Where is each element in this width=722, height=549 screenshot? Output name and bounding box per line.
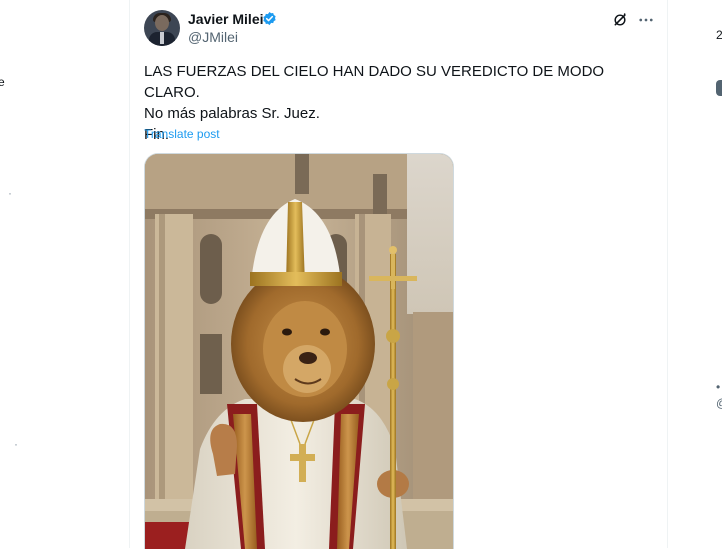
right-sidebar-fragment: 2 @ • — [668, 0, 722, 548]
author-handle[interactable]: @JMilei — [188, 29, 238, 45]
avatar[interactable] — [144, 10, 180, 46]
left-fragment-dot-2: · — [14, 437, 18, 451]
left-fragment-dot: · — [8, 186, 12, 200]
more-icon[interactable] — [637, 12, 655, 28]
left-sidebar-fragment: e · · — [0, 0, 129, 548]
verified-badge-icon — [263, 11, 276, 26]
tweet-text-line-3: Fin. — [144, 126, 170, 143]
grok-icon[interactable] — [612, 12, 628, 28]
tweet-text: LAS FUERZAS DEL CIELO HAN DADO SU VEREDI… — [144, 61, 659, 145]
right-fragment-3: • — [716, 380, 721, 394]
translate-post-link[interactable]: Translate post — [144, 127, 220, 141]
left-fragment-letter: e — [0, 75, 5, 89]
tweet-text-line-2: No más palabras Sr. Juez. — [144, 105, 320, 122]
lion-pope-image — [145, 154, 453, 549]
right-avatar-fragment — [716, 80, 722, 96]
tweet-media-image[interactable] — [144, 153, 454, 549]
author-name[interactable]: Javier Milei — [188, 11, 264, 27]
tweet-text-line-1: LAS FUERZAS DEL CIELO HAN DADO SU VEREDI… — [144, 63, 605, 101]
tweet[interactable]: Javier Milei @JMilei LAS FUERZAS DEL CIE… — [130, 0, 667, 549]
right-fragment-1: 2 — [716, 28, 722, 42]
right-fragment-2: @ — [716, 396, 722, 410]
